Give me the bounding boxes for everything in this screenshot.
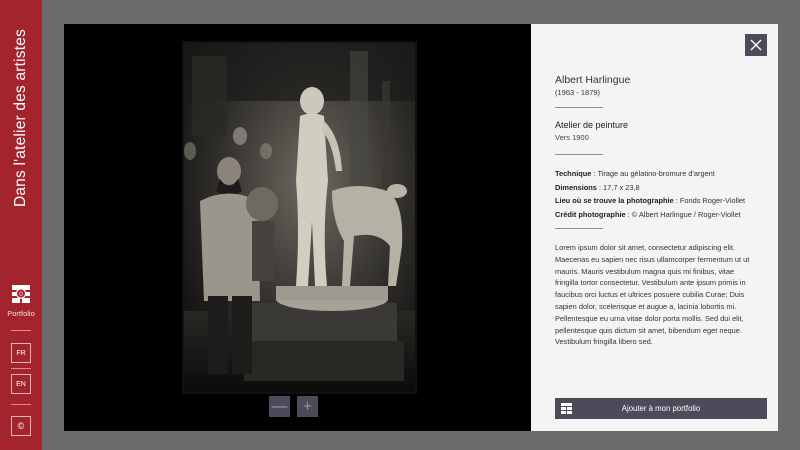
zoom-in-button[interactable]: +: [297, 396, 318, 417]
sidebar: Dans l'atelier des artistes 0 Portfolio …: [0, 0, 42, 450]
artwork-date: Vers 1900: [555, 133, 589, 142]
artist-dates: (1963 - 1879): [555, 88, 601, 97]
artwork-details-panel: Albert Harlingue (1963 - 1879) Atelier d…: [531, 24, 778, 431]
image-viewer: — +: [64, 24, 531, 431]
meta-value: : 17,7 x 23,8: [596, 182, 640, 192]
divider: [555, 228, 603, 229]
divider: [555, 154, 603, 155]
close-button[interactable]: [745, 34, 767, 56]
divider: [555, 107, 603, 108]
meta-technique: Technique : Tirage au gélatino-bromure d…: [555, 167, 770, 181]
sidebar-divider: [11, 404, 31, 405]
artwork-modal: — + Albert Harlingue (1963 - 1879) Ateli…: [64, 24, 778, 431]
zoom-out-button[interactable]: —: [269, 396, 290, 417]
lang-fr-button[interactable]: FR: [11, 343, 31, 363]
add-to-portfolio-button[interactable]: Ajouter à mon portfolio: [555, 398, 767, 419]
meta-dimensions: Dimensions : 17,7 x 23,8: [555, 181, 770, 195]
sidebar-divider: [11, 368, 31, 369]
meta-location: Lieu où se trouve la photographie : Fond…: [555, 194, 770, 208]
close-icon: [750, 39, 762, 51]
meta-value: : © Albert Harlingue / Roger-Viollet: [625, 210, 741, 220]
meta-label: Technique: [555, 169, 592, 178]
portfolio-count: 0: [19, 291, 23, 298]
artist-name: Albert Harlingue: [555, 74, 631, 86]
lang-en-button[interactable]: EN: [11, 374, 31, 394]
portfolio-button[interactable]: 0 Portfolio: [0, 284, 42, 324]
meta-value: : Tirage au gélatino-bromure d'argent: [591, 169, 715, 178]
meta-label: Crédit photographie: [555, 210, 626, 220]
meta-label: Lieu où se trouve la photographie: [555, 196, 674, 206]
meta-credit: Crédit photographie : © Albert Harlingue…: [555, 208, 770, 222]
artwork-photo[interactable]: [182, 41, 417, 394]
portfolio-label: Portfolio: [7, 309, 35, 318]
meta-value: : Fonds Roger-Viollet: [673, 196, 746, 206]
artwork-title: Atelier de peinture: [555, 120, 629, 130]
portfolio-icon: 0: [12, 285, 30, 303]
site-title[interactable]: Dans l'atelier des artistes: [12, 29, 30, 207]
add-to-portfolio-label: Ajouter à mon portfolio: [621, 404, 701, 413]
meta-label: Dimensions: [555, 182, 597, 192]
copyright-button[interactable]: ©: [11, 416, 31, 436]
artwork-metadata: Technique : Tirage au gélatino-bromure d…: [555, 167, 770, 222]
sidebar-divider: [11, 330, 31, 331]
artwork-description: Lorem ipsum dolor sit amet, consectetur …: [555, 243, 750, 347]
